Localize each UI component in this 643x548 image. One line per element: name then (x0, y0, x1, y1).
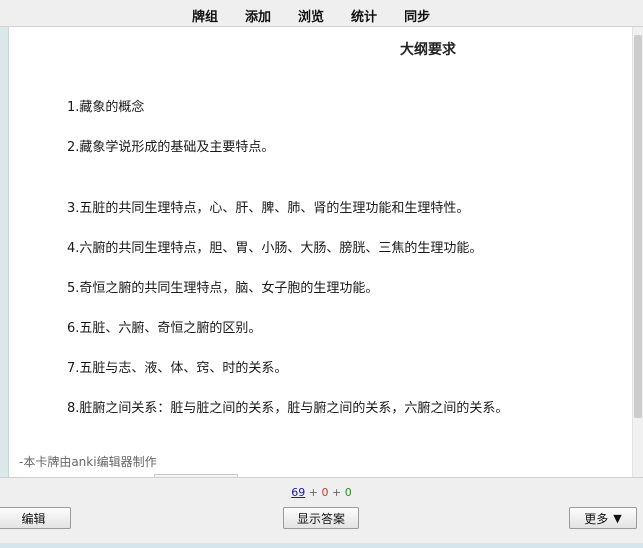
show-answer-label: 显示答案 (296, 511, 345, 526)
more-button-label: 更多 (584, 511, 609, 526)
new-count[interactable]: 69 (291, 486, 305, 499)
learn-count: 0 (321, 486, 329, 499)
edit-button[interactable]: 编辑 (0, 507, 71, 529)
anki-review-window: 牌组 添加 浏览 统计 同步 大纲要求 1.藏象的概念 2.藏象学说形成的基础及… (0, 0, 643, 548)
nav-stats[interactable]: 统计 (351, 6, 377, 25)
dropdown-arrow-icon: ▼ (613, 511, 622, 525)
main-nav: 牌组 添加 浏览 统计 同步 (192, 6, 457, 25)
show-answer-button[interactable]: 显示答案 (283, 507, 359, 529)
nav-decks[interactable]: 牌组 (192, 6, 218, 25)
left-accent-strip (0, 27, 9, 477)
outline-item-6: 6.五脏、六腑、奇恒之腑的区别。 (67, 321, 262, 336)
card-footer-note: -本卡牌由anki编辑器制作 (19, 455, 157, 469)
due-counts: 69 + 0 + 0 (0, 486, 643, 499)
outline-item-8: 8.脏腑之间关系：脏与脏之间的关系，脏与腑之间的关系，六腑之间的关系。 (67, 401, 509, 416)
more-button[interactable]: 更多 ▼ (569, 507, 637, 529)
top-menu-bar: 牌组 添加 浏览 统计 同步 (0, 0, 643, 27)
bottom-edge (0, 543, 643, 548)
review-count: 0 (344, 486, 352, 499)
nav-add[interactable]: 添加 (245, 6, 271, 25)
bottom-panel: 69 + 0 + 0 编辑 显示答案 更多 ▼ (0, 477, 643, 548)
outline-item-3: 3.五脏的共同生理特点，心、肝、脾、肺、肾的生理功能和生理特性。 (67, 201, 470, 216)
scrollbar-thumb[interactable] (634, 35, 642, 418)
outline-item-2: 2.藏象学说形成的基础及主要特点。 (67, 140, 275, 155)
card-content: 大纲要求 1.藏象的概念 2.藏象学说形成的基础及主要特点。 3.五脏的共同生理… (10, 27, 632, 477)
card-title: 大纲要求 (400, 42, 456, 58)
edit-button-label: 编辑 (21, 511, 46, 526)
nav-sync[interactable]: 同步 (404, 6, 430, 25)
outline-item-4: 4.六腑的共同生理特点，胆、胃、小肠、大肠、膀胱、三焦的生理功能。 (67, 241, 483, 256)
outline-item-7: 7.五脏与志、液、体、窍、时的关系。 (67, 361, 288, 376)
outline-item-1: 1.藏象的概念 (67, 100, 145, 115)
outline-item-5: 5.奇恒之腑的共同生理特点，脑、女子胞的生理功能。 (67, 281, 379, 296)
vertical-scrollbar[interactable] (632, 27, 643, 477)
count-separator: + (305, 486, 322, 499)
count-separator: + (328, 486, 345, 499)
nav-browse[interactable]: 浏览 (298, 6, 324, 25)
